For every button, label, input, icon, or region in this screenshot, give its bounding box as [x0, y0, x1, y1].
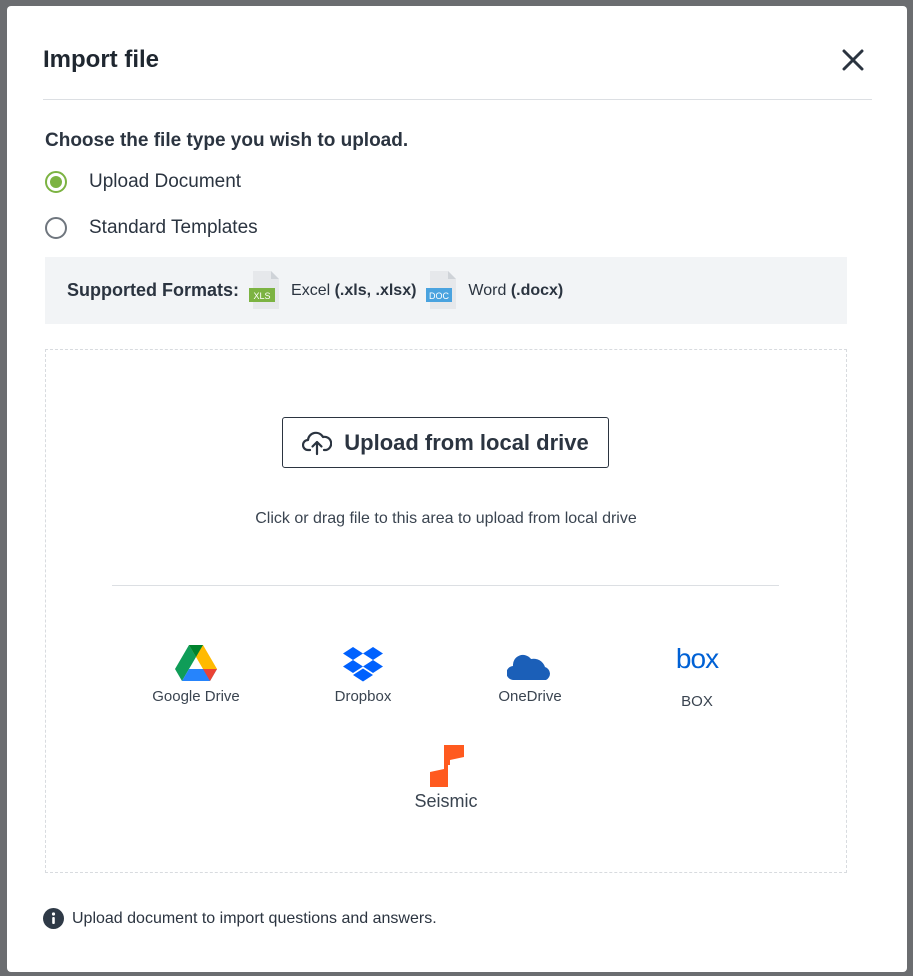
onedrive-icon: [507, 654, 550, 681]
provider-label: BOX: [681, 693, 713, 710]
xls-file-icon: XLS: [249, 270, 283, 311]
import-file-dialog: Import file Choose the file type you wis…: [7, 6, 907, 972]
close-button[interactable]: [837, 44, 869, 76]
svg-text:XLS: XLS: [254, 291, 271, 301]
seismic-icon: [430, 745, 464, 787]
provider-label: OneDrive: [498, 688, 562, 705]
radio-upload-document[interactable]: Upload Document: [45, 168, 241, 196]
info-icon: [43, 908, 64, 929]
radio-button-checked[interactable]: [45, 171, 67, 193]
supported-formats-panel: Supported Formats: XLS Excel (.xls, .xls…: [45, 257, 847, 324]
provider-dropbox[interactable]: Dropbox: [298, 642, 428, 705]
drop-hint: Click or drag file to this area to uploa…: [255, 510, 637, 527]
divider: [112, 585, 779, 586]
provider-label: Google Drive: [152, 688, 240, 705]
radio-standard-templates[interactable]: Standard Templates: [45, 214, 258, 242]
google-drive-icon: [175, 645, 217, 681]
close-icon: [842, 49, 864, 71]
upload-from-local-drive-button[interactable]: Upload from local drive: [282, 417, 609, 468]
provider-google-drive[interactable]: Google Drive: [131, 642, 261, 705]
footer-text: Upload document to import questions and …: [72, 909, 437, 927]
svg-text:DOC: DOC: [429, 291, 450, 301]
provider-onedrive[interactable]: OneDrive: [465, 642, 595, 705]
header-divider: [43, 99, 872, 100]
file-drop-zone[interactable]: Upload from local drive Click or drag fi…: [45, 349, 847, 873]
footer-note: Upload document to import questions and …: [43, 908, 437, 929]
format-excel: Excel (.xls, .xlsx): [291, 281, 417, 299]
radio-label: Standard Templates: [89, 217, 258, 238]
format-word: Word (.docx): [468, 281, 564, 299]
doc-file-icon: DOC: [426, 270, 460, 311]
box-icon: box: [675, 643, 719, 674]
upload-button-label: Upload from local drive: [344, 429, 589, 455]
radio-button[interactable]: [45, 217, 67, 239]
radio-label: Upload Document: [89, 171, 242, 192]
provider-seismic[interactable]: Seismic: [381, 743, 511, 812]
supported-formats-title: Supported Formats:: [67, 280, 240, 300]
provider-label: Dropbox: [334, 688, 392, 705]
cloud-upload-icon: [302, 431, 333, 455]
file-type-prompt: Choose the file type you wish to upload.: [45, 130, 409, 151]
dialog-title: Import file: [43, 46, 160, 73]
dropbox-icon: [343, 647, 383, 682]
provider-label: Seismic: [414, 791, 478, 811]
provider-box[interactable]: box BOX: [632, 642, 762, 711]
